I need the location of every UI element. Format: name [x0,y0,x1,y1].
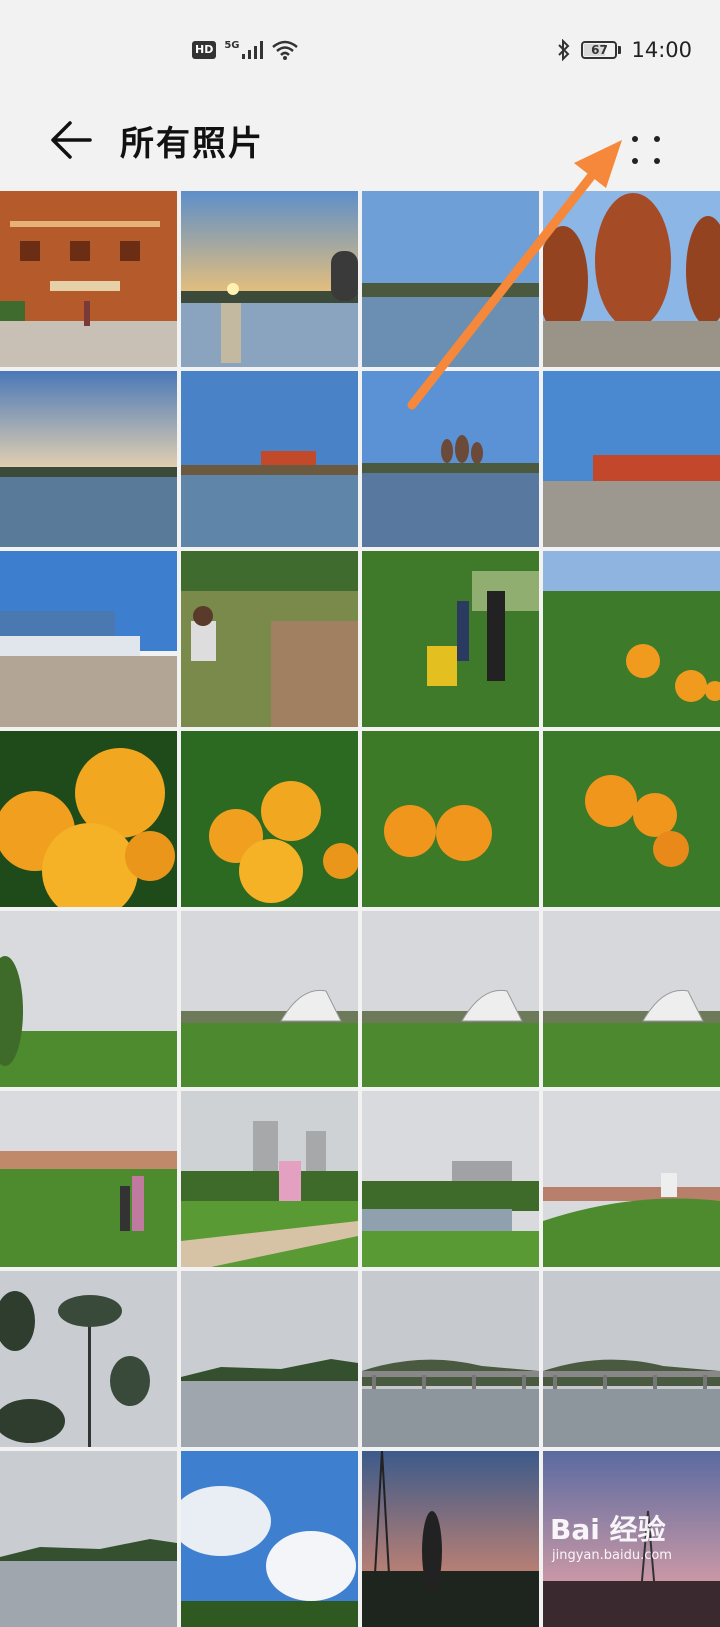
network-type: 5G [224,39,240,51]
page-title: 所有照片 [120,124,264,164]
photo-thumbnail[interactable] [181,911,358,1087]
photo-thumbnail[interactable] [181,371,358,547]
more-dot-icon [632,158,638,164]
photo-thumbnail[interactable] [543,731,720,907]
photo-thumbnail[interactable] [543,191,720,367]
photo-image [362,1451,539,1627]
photo-thumbnail[interactable] [0,191,177,367]
bluetooth-icon [558,39,570,61]
photo-image [362,1271,539,1447]
photo-thumbnail[interactable] [181,1451,358,1627]
photo-thumbnail[interactable] [181,191,358,367]
baidu-watermark: Bai 经验 jingyan.baidu.com [550,1508,672,1563]
back-arrow-icon [51,121,92,159]
photo-image [0,731,177,907]
more-dot-icon [632,136,638,142]
photo-thumbnail[interactable] [362,1451,539,1627]
photo-image [181,731,358,907]
photo-thumbnail[interactable] [0,731,177,907]
photo-thumbnail[interactable] [362,731,539,907]
photo-thumbnail[interactable] [362,191,539,367]
photo-thumbnail[interactable] [362,371,539,547]
photo-image [362,371,539,547]
hd-badge: HD [192,41,217,59]
photo-thumbnail[interactable] [181,1271,358,1447]
more-dot-icon [654,158,660,164]
photo-thumbnail[interactable] [0,371,177,547]
photo-thumbnail[interactable] [543,371,720,547]
status-bar: HD 5G 67 14:00 [0,0,720,100]
photo-image [0,371,177,547]
more-dot-icon [654,136,660,142]
more-options-button[interactable] [620,116,680,172]
photo-image [0,1451,177,1627]
photo-image [181,911,358,1087]
photo-image [0,191,177,367]
photo-thumbnail[interactable] [543,1271,720,1447]
photo-thumbnail[interactable] [0,1271,177,1447]
photo-image [181,191,358,367]
photo-grid [0,191,720,1627]
photo-image [543,551,720,727]
photo-image [362,191,539,367]
photo-image [362,911,539,1087]
photo-thumbnail[interactable] [181,551,358,727]
photo-thumbnail[interactable] [543,551,720,727]
wifi-icon [271,40,298,60]
photo-image [181,551,358,727]
photo-image [0,1271,177,1447]
photo-image [181,371,358,547]
photo-image [0,911,177,1087]
status-left: HD 5G [192,40,298,60]
photo-image [543,731,720,907]
photo-image [362,551,539,727]
signal-icon [241,41,263,59]
photo-thumbnail[interactable] [362,1271,539,1447]
photo-thumbnail[interactable] [0,1451,177,1627]
status-right: 67 14:00 [557,38,692,62]
photo-image [543,191,720,367]
photo-image [543,1271,720,1447]
photo-image [181,1451,358,1627]
photo-image [543,1091,720,1267]
photo-thumbnail[interactable] [362,1091,539,1267]
battery-icon: 67 [581,41,622,59]
back-button[interactable] [46,114,98,166]
photo-image [543,911,720,1087]
photo-image [181,1091,358,1267]
header: 所有照片 [0,100,720,190]
clock: 14:00 [631,38,692,62]
photo-image [543,371,720,547]
photo-image [181,1271,358,1447]
photo-thumbnail[interactable] [362,911,539,1087]
photo-thumbnail[interactable] [362,551,539,727]
battery-level: 67 [581,41,618,59]
photo-thumbnail[interactable] [0,551,177,727]
photo-image [0,1091,177,1267]
photo-thumbnail[interactable] [543,1091,720,1267]
photo-image [362,731,539,907]
photo-thumbnail[interactable] [181,731,358,907]
photo-thumbnail[interactable] [0,911,177,1087]
photo-image [362,1091,539,1267]
photo-thumbnail[interactable] [181,1091,358,1267]
photo-thumbnail[interactable] [543,911,720,1087]
photo-thumbnail[interactable] [0,1091,177,1267]
photo-image [0,551,177,727]
watermark-logo: Bai 经验 [550,1513,666,1546]
watermark-url: jingyan.baidu.com [552,1548,672,1563]
